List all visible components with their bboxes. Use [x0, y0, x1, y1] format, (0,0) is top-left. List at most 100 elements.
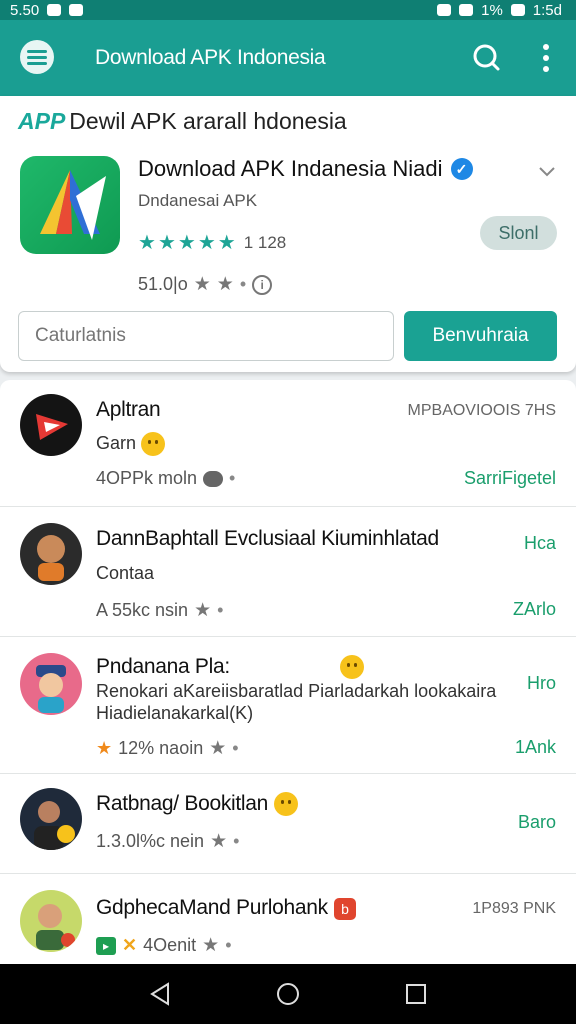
status-time: 5.50 — [10, 1, 40, 19]
download-button[interactable]: Benvuhraia — [404, 311, 557, 361]
app-logo-icon — [40, 170, 106, 240]
item-subtitle-line2: Hiadielanakarkal(K) — [96, 703, 254, 723]
item-title: DannBaphtall Evclusiaal Kiuminhlatad — [96, 527, 439, 550]
battery-icon — [510, 4, 525, 16]
star-icon: ★ — [209, 738, 227, 759]
item-title: Pndanana Pla: — [96, 655, 364, 680]
notification-icon — [69, 4, 84, 16]
item-category: MPBAOVIOOIS 7HS — [407, 402, 556, 419]
chevron-down-icon[interactable] — [536, 160, 558, 182]
emoji-icon — [273, 792, 298, 817]
list-item[interactable]: Apltran MPBAOVIOOIS 7HS Garn 4OPPk moln … — [0, 380, 576, 507]
star-icon: ★ — [216, 274, 234, 295]
app-tag: APP — [18, 108, 66, 134]
signal-icon — [459, 4, 474, 16]
item-subtitle: Contaa — [96, 563, 155, 583]
item-title: GdphecaMand Purlohank b — [96, 896, 356, 920]
separator-dot: • — [239, 274, 247, 294]
item-meta: ▸ ✕ 4Oenit ★ • — [96, 934, 232, 957]
emoji-icon — [141, 432, 166, 456]
section-title: Dewil APK ararall hdonesia — [69, 108, 347, 134]
separator-dot: • — [229, 468, 236, 488]
separator-dot: • — [217, 600, 224, 620]
app-icon[interactable] — [20, 156, 120, 254]
info-icon[interactable]: i — [252, 274, 273, 295]
home-icon[interactable] — [274, 980, 302, 1008]
item-title-text: GdphecaMand Purlohank — [96, 896, 328, 919]
item-action-link[interactable]: ZArlo — [513, 599, 556, 620]
battery-percent: 1% — [481, 1, 503, 19]
avatar — [20, 890, 82, 952]
notification-icon — [47, 4, 62, 16]
item-meta-text: 4OPPk moln — [96, 468, 198, 488]
star-icon: ★ — [157, 232, 176, 254]
item-action-link[interactable]: Hro — [527, 673, 556, 694]
star-icon: ★ — [202, 935, 220, 956]
app-name-text: Download APK Indanesia Niadi — [138, 156, 443, 181]
star-icon: ★ — [194, 600, 212, 621]
avatar — [20, 788, 82, 850]
rating-count: 1 128 — [243, 232, 287, 252]
item-title: Ratbnag/ Bookitlan — [96, 792, 298, 817]
item-meta-text: 4Oenit — [143, 935, 197, 955]
item-action-link[interactable]: Hca — [524, 533, 556, 554]
item-meta: ★ 12% naoin ★ • — [96, 737, 239, 760]
star-icon: ★ — [138, 232, 156, 254]
green-badge-icon: ▸ — [96, 936, 116, 955]
item-action-link[interactable]: 1Ank — [515, 737, 556, 758]
toolbar-title: Download APK Indonesia — [95, 46, 326, 69]
item-meta-text: A 55kc nsin — [96, 600, 189, 620]
back-icon[interactable] — [146, 980, 174, 1008]
avatar — [20, 653, 82, 715]
item-meta-text: 1.3.0l%c nein — [96, 831, 205, 851]
item-title-text: Ratbnag/ Bookitlan — [96, 792, 269, 815]
list-item[interactable]: Pndanana Pla: Hro Renokari aKareiisbarat… — [0, 637, 576, 774]
item-subtitle: Garn — [96, 432, 166, 456]
avatar — [20, 523, 82, 585]
star-icon: ★ — [96, 738, 113, 758]
separator-dot: • — [233, 831, 240, 851]
meta-text: 51.0|o — [138, 274, 188, 294]
separator-dot: • — [225, 935, 232, 955]
emoji-icon — [339, 655, 364, 680]
item-meta: 1.3.0l%c nein ★ • — [96, 830, 239, 853]
separator-dot: • — [232, 738, 239, 758]
item-subtitle: Renokari aKareiisbaratlad Piarladarkah l… — [96, 681, 497, 701]
more-options-icon[interactable] — [534, 42, 558, 74]
start-button[interactable]: Slonl — [480, 216, 557, 250]
item-meta: A 55kc nsin ★ • — [96, 599, 223, 622]
item-meta-text: 12% naoin — [118, 738, 204, 758]
item-category: 1P893 PNK — [472, 900, 556, 917]
badge-icon: b — [333, 898, 356, 920]
verified-icon: ✓ — [450, 158, 473, 180]
star-icon: ★ — [210, 831, 228, 852]
search-input[interactable] — [18, 311, 394, 361]
item-subtitle-text: Garn — [96, 432, 137, 453]
item-title: Apltran — [96, 398, 161, 421]
rating-row: ★ ★ ★ ★ ★ 1 128 — [138, 230, 286, 255]
list-item[interactable]: GdphecaMand Purlohank b 1P893 PNK ▸ ✕ 4Oe… — [0, 874, 576, 964]
status-bar: 5.50 1% 1:5d — [0, 0, 576, 20]
menu-icon[interactable] — [20, 40, 54, 74]
app-list: Apltran MPBAOVIOOIS 7HS Garn 4OPPk moln … — [0, 380, 576, 964]
avatar — [20, 394, 82, 456]
star-icon: ★ — [217, 232, 236, 254]
system-nav-bar — [0, 964, 576, 1024]
app-name: Download APK Indanesia Niadi ✓ — [138, 156, 473, 182]
item-meta: 4OPPk moln • — [96, 468, 235, 489]
app-header-card: APP Dewil APK ararall hdonesia Download A… — [0, 96, 576, 372]
chat-icon — [203, 470, 224, 487]
list-item[interactable]: DannBaphtall Evclusiaal Kiuminhlatad Hca… — [0, 507, 576, 637]
search-icon[interactable] — [470, 42, 502, 74]
item-title-text: Pndanana Pla: — [96, 655, 230, 678]
status-clock: 1:5d — [532, 1, 562, 19]
list-item[interactable]: Ratbnag/ Bookitlan Baro 1.3.0l%c nein ★ … — [0, 774, 576, 874]
item-action-link[interactable]: Baro — [518, 812, 556, 833]
item-action-link[interactable]: SarriFigetel — [464, 468, 556, 489]
app-toolbar: Download APK Indonesia — [0, 20, 576, 96]
recents-icon[interactable] — [402, 980, 430, 1008]
section-heading: APP Dewil APK ararall hdonesia — [18, 108, 347, 135]
developer-name[interactable]: Dndanesai APK — [138, 191, 257, 211]
meta-row: 51.0|o ★ ★ • i — [138, 273, 273, 296]
wifi-icon — [437, 4, 452, 16]
